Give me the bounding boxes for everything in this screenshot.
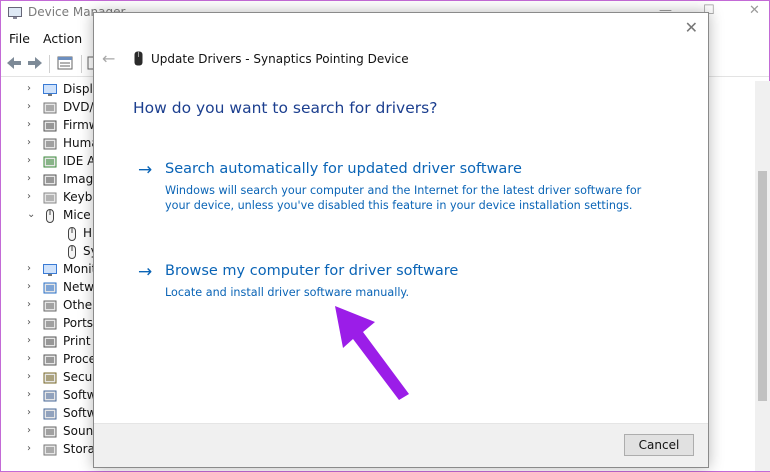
chevron-right-icon[interactable]: › — [27, 317, 31, 328]
sound-icon — [43, 426, 57, 438]
vertical-scrollbar[interactable] — [755, 81, 770, 471]
keyboard-icon — [43, 192, 57, 204]
menu-action[interactable]: Action — [43, 31, 82, 46]
pointing-device-icon — [134, 51, 143, 66]
chevron-right-icon[interactable]: › — [27, 137, 31, 148]
chevron-right-icon[interactable]: › — [27, 119, 31, 130]
other-devices-icon — [43, 300, 57, 312]
chevron-right-icon[interactable]: › — [27, 101, 31, 112]
back-arrow-icon[interactable] — [5, 55, 23, 71]
chevron-right-icon[interactable]: › — [27, 389, 31, 400]
tree-item-label: Other — [63, 298, 98, 312]
chevron-right-icon[interactable]: › — [27, 191, 31, 202]
firmware-icon — [43, 120, 57, 132]
option-title[interactable]: Search automatically for updated driver … — [165, 161, 522, 177]
chevron-right-icon[interactable]: › — [27, 371, 31, 382]
network-adapter-icon — [43, 282, 57, 294]
ide-controller-icon — [43, 156, 57, 168]
forward-arrow-icon[interactable] — [26, 55, 44, 71]
chevron-down-icon[interactable]: ⌄ — [27, 209, 35, 220]
ports-icon — [43, 318, 57, 330]
annotation-arrow-icon — [335, 306, 409, 400]
software-component-icon — [43, 390, 57, 402]
dialog-close-button[interactable]: ✕ — [685, 18, 698, 37]
chevron-right-icon[interactable]: › — [27, 425, 31, 436]
mouse-icon — [68, 245, 76, 259]
hid-icon — [43, 138, 57, 150]
chevron-right-icon[interactable]: › — [27, 83, 31, 94]
toolbar-separator — [81, 55, 82, 73]
processor-icon — [43, 354, 57, 366]
security-device-icon — [43, 372, 57, 384]
right-arrow-icon: → — [138, 160, 153, 180]
chevron-right-icon[interactable]: › — [27, 353, 31, 364]
chevron-right-icon[interactable]: › — [27, 335, 31, 346]
imaging-device-icon — [43, 174, 57, 186]
device-manager-icon — [8, 7, 22, 19]
tree-item-label: Ports — [63, 316, 94, 330]
software-device-icon — [43, 408, 57, 420]
tree-item-label: Monit — [63, 262, 97, 276]
option-title[interactable]: Browse my computer for driver software — [165, 263, 458, 279]
chevron-right-icon[interactable]: › — [27, 407, 31, 418]
print-queue-icon — [43, 336, 57, 348]
toolbar-separator — [49, 55, 50, 73]
chevron-right-icon[interactable]: › — [27, 299, 31, 310]
scrollbar-thumb[interactable] — [758, 171, 767, 401]
monitor-icon — [43, 264, 57, 276]
properties-icon[interactable] — [56, 55, 74, 71]
right-arrow-icon: → — [138, 262, 153, 282]
chevron-right-icon[interactable]: › — [27, 263, 31, 274]
menu-file[interactable]: File — [9, 31, 30, 46]
chevron-right-icon[interactable]: › — [27, 155, 31, 166]
close-button[interactable]: ✕ — [749, 3, 760, 18]
chevron-right-icon[interactable]: › — [27, 443, 31, 454]
cancel-button[interactable]: Cancel — [624, 434, 694, 456]
dialog-footer: Cancel — [94, 423, 708, 467]
chevron-right-icon[interactable]: › — [27, 281, 31, 292]
storage-icon — [43, 444, 57, 456]
back-arrow-icon[interactable]: ← — [102, 49, 115, 68]
mouse-icon — [46, 209, 54, 223]
dialog-question-heading: How do you want to search for drivers? — [133, 99, 438, 117]
option-description: Locate and install driver software manua… — [165, 286, 410, 299]
chevron-right-icon[interactable]: › — [27, 173, 31, 184]
dvd-drive-icon — [43, 102, 57, 114]
display-adapter-icon — [43, 84, 57, 96]
mouse-icon — [68, 227, 76, 241]
option-description: Windows will search your computer and th… — [165, 184, 642, 212]
dialog-title: Update Drivers - Synaptics Pointing Devi… — [151, 52, 409, 66]
